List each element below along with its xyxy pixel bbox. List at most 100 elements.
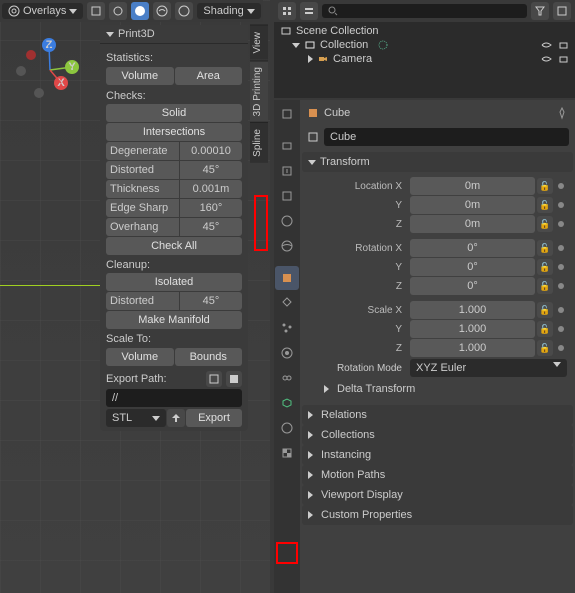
cleanup-distorted-value[interactable]: 45° <box>180 292 242 310</box>
area-button[interactable]: Area <box>175 67 243 85</box>
location-z-value[interactable]: 0m <box>410 215 535 233</box>
editor-type-icon[interactable] <box>278 2 296 20</box>
collection-row[interactable]: Collection <box>278 38 571 52</box>
ptab-modifier[interactable] <box>275 291 299 315</box>
scale-bounds-button[interactable]: Bounds <box>175 348 243 366</box>
pin-icon[interactable] <box>555 106 569 120</box>
lock-icon[interactable]: 🔓 <box>537 259 553 275</box>
rotmode-select[interactable]: XYZ Euler <box>410 359 567 377</box>
scale-volume-button[interactable]: Volume <box>106 348 174 366</box>
degenerate-value[interactable]: 0.00010 <box>180 142 242 160</box>
tab-spline[interactable]: Spline <box>250 122 268 163</box>
ptab-scene[interactable] <box>275 209 299 233</box>
rotation-z-value[interactable]: 0° <box>410 277 535 295</box>
shading-solid[interactable] <box>131 2 149 20</box>
motionpaths-header[interactable]: Motion Paths <box>302 465 573 485</box>
texture-icon[interactable] <box>226 371 242 387</box>
overhang-button[interactable]: Overhang <box>106 218 179 236</box>
overhang-value[interactable]: 45° <box>180 218 242 236</box>
edgesharp-value[interactable]: 160° <box>180 199 242 217</box>
keyframe-dot[interactable] <box>558 264 564 270</box>
toggle-1[interactable] <box>87 2 105 20</box>
cleanup-distorted-button[interactable]: Distorted <box>106 292 179 310</box>
ptab-tool[interactable] <box>275 102 299 126</box>
new-collection-icon[interactable] <box>553 2 571 20</box>
scene-collection-row[interactable]: Scene Collection <box>278 24 571 38</box>
solid-button[interactable]: Solid <box>106 104 242 122</box>
ptab-material[interactable] <box>275 416 299 440</box>
export-format-select[interactable]: STL <box>106 409 166 427</box>
expand-icon[interactable] <box>292 43 300 48</box>
degenerate-button[interactable]: Degenerate <box>106 142 179 160</box>
lock-icon[interactable]: 🔓 <box>537 321 553 337</box>
location-x-value[interactable]: 0m <box>410 177 535 195</box>
shading-rendered[interactable] <box>175 2 193 20</box>
keyframe-dot[interactable] <box>558 326 564 332</box>
distorted-button[interactable]: Distorted <box>106 161 179 179</box>
rotation-y-value[interactable]: 0° <box>410 258 535 276</box>
lock-icon[interactable]: 🔓 <box>537 240 553 256</box>
keyframe-dot[interactable] <box>558 307 564 313</box>
keyframe-dot[interactable] <box>558 221 564 227</box>
checkall-button[interactable]: Check All <box>106 237 242 255</box>
export-path-input[interactable]: // <box>106 389 242 407</box>
outliner-search[interactable] <box>322 4 527 18</box>
transform-header[interactable]: Transform <box>302 152 573 172</box>
expand-icon[interactable] <box>308 55 313 63</box>
delta-transform-header[interactable]: Delta Transform <box>308 379 567 399</box>
instancing-header[interactable]: Instancing <box>302 445 573 465</box>
tab-3dprinting[interactable]: 3D Printing <box>250 60 268 122</box>
tab-view[interactable]: View <box>250 25 268 60</box>
visibility-icon[interactable] <box>541 40 552 51</box>
visibility-icon[interactable] <box>541 54 552 65</box>
relations-header[interactable]: Relations <box>302 405 573 425</box>
ptab-output[interactable] <box>275 159 299 183</box>
shading-material[interactable] <box>153 2 171 20</box>
keyframe-dot[interactable] <box>558 245 564 251</box>
lock-icon[interactable]: 🔓 <box>537 340 553 356</box>
object-name-input[interactable]: Cube <box>324 128 569 146</box>
isolated-button[interactable]: Isolated <box>106 273 242 291</box>
rotation-x-value[interactable]: 0° <box>410 239 535 257</box>
lock-icon[interactable]: 🔓 <box>537 197 553 213</box>
lock-icon[interactable]: 🔓 <box>537 278 553 294</box>
keyframe-dot[interactable] <box>558 345 564 351</box>
panel-header[interactable]: Print3D <box>100 25 248 44</box>
scale-z-value[interactable]: 1.000 <box>410 339 535 357</box>
thickness-value[interactable]: 0.001m <box>180 180 242 198</box>
ptab-object[interactable] <box>275 266 299 290</box>
toggle-2[interactable] <box>109 2 127 20</box>
makemanifold-button[interactable]: Make Manifold <box>106 311 242 329</box>
apply-transforms-icon[interactable] <box>206 371 222 387</box>
keyframe-dot[interactable] <box>558 202 564 208</box>
lock-icon[interactable]: 🔓 <box>537 178 553 194</box>
nav-gizmo[interactable]: Z Y X <box>10 30 90 110</box>
ptab-particle[interactable] <box>275 316 299 340</box>
camera-row[interactable]: Camera <box>278 52 571 66</box>
customprops-header[interactable]: Custom Properties <box>302 505 573 525</box>
display-mode-icon[interactable] <box>300 2 318 20</box>
viewportdisplay-header[interactable]: Viewport Display <box>302 485 573 505</box>
filter-icon[interactable] <box>531 2 549 20</box>
collections-header[interactable]: Collections <box>302 425 573 445</box>
overlays-dropdown[interactable]: Overlays <box>2 3 83 19</box>
ptab-texture[interactable] <box>275 441 299 465</box>
render-icon[interactable] <box>558 54 569 65</box>
ptab-viewlayer[interactable] <box>275 184 299 208</box>
ptab-render[interactable] <box>275 134 299 158</box>
ptab-world[interactable] <box>275 234 299 258</box>
intersections-button[interactable]: Intersections <box>106 123 242 141</box>
lock-icon[interactable]: 🔓 <box>537 216 553 232</box>
distorted-value[interactable]: 45° <box>180 161 242 179</box>
thickness-button[interactable]: Thickness <box>106 180 179 198</box>
volume-button[interactable]: Volume <box>106 67 174 85</box>
location-y-value[interactable]: 0m <box>410 196 535 214</box>
ptab-data[interactable] <box>275 391 299 415</box>
export-up-icon[interactable] <box>167 409 185 427</box>
keyframe-dot[interactable] <box>558 183 564 189</box>
edgesharp-button[interactable]: Edge Sharp <box>106 199 179 217</box>
scale-y-value[interactable]: 1.000 <box>410 320 535 338</box>
ptab-constraint[interactable] <box>275 366 299 390</box>
export-button[interactable]: Export <box>186 409 242 427</box>
ptab-physics[interactable] <box>275 341 299 365</box>
